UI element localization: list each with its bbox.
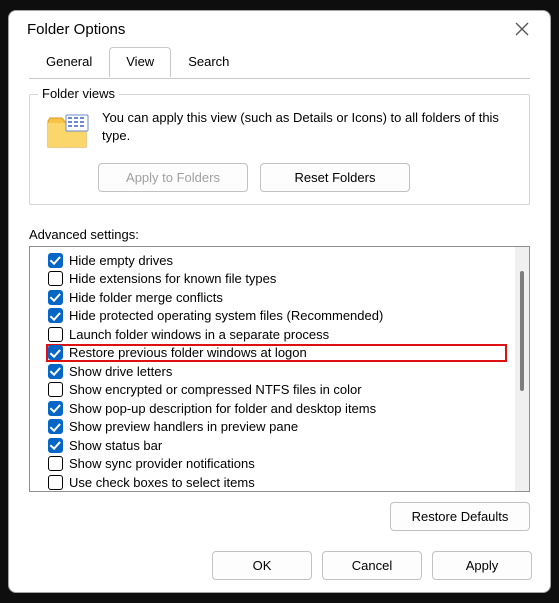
advanced-item-label: Show encrypted or compressed NTFS files … — [69, 383, 362, 396]
reset-folders-button[interactable]: Reset Folders — [260, 163, 410, 192]
advanced-item-label: Show pop-up description for folder and d… — [69, 402, 376, 415]
tab-view[interactable]: View — [109, 47, 171, 77]
checkbox-icon[interactable] — [48, 271, 63, 286]
advanced-item-label: Use check boxes to select items — [69, 476, 255, 489]
advanced-item[interactable]: Hide empty drives — [48, 251, 509, 270]
tab-label: Search — [188, 54, 229, 69]
scrollbar-thumb[interactable] — [520, 271, 524, 391]
close-button[interactable] — [504, 11, 540, 47]
tab-general[interactable]: General — [29, 47, 109, 77]
checkbox-icon[interactable] — [48, 475, 63, 490]
tab-search[interactable]: Search — [171, 47, 246, 77]
folder-options-dialog: Folder Options General View Search Folde… — [8, 10, 551, 593]
folder-views-group: Folder views You can apply this view (su… — [29, 94, 530, 205]
advanced-item[interactable]: Show pop-up description for folder and d… — [48, 399, 509, 418]
cancel-button[interactable]: Cancel — [322, 551, 422, 580]
scrollbar[interactable] — [515, 247, 529, 491]
advanced-item[interactable]: Show status bar — [48, 436, 509, 455]
advanced-item[interactable]: Hide folder merge conflicts — [48, 288, 509, 307]
checkbox-icon[interactable] — [48, 419, 63, 434]
checkbox-icon[interactable] — [48, 382, 63, 397]
tab-strip: General View Search — [9, 47, 550, 78]
advanced-item[interactable]: Hide protected operating system files (R… — [48, 307, 509, 326]
advanced-item-label: Show drive letters — [69, 365, 172, 378]
titlebar: Folder Options — [9, 11, 550, 47]
checkbox-icon[interactable] — [48, 308, 63, 323]
advanced-item-label: Show preview handlers in preview pane — [69, 420, 298, 433]
checkbox-icon[interactable] — [48, 438, 63, 453]
tab-content-view: Folder views You can apply this view (su… — [9, 78, 550, 541]
advanced-item[interactable]: Hide extensions for known file types — [48, 270, 509, 289]
checkbox-icon[interactable] — [48, 253, 63, 268]
advanced-item[interactable]: Show encrypted or compressed NTFS files … — [48, 381, 509, 400]
advanced-item[interactable]: Show sync provider notifications — [48, 455, 509, 474]
advanced-item-label: Show status bar — [69, 439, 162, 452]
advanced-item[interactable]: Restore previous folder windows at logon — [46, 344, 507, 363]
advanced-item[interactable]: Show preview handlers in preview pane — [48, 418, 509, 437]
advanced-item-label: Launch folder windows in a separate proc… — [69, 328, 329, 341]
advanced-item-label: Hide folder merge conflicts — [69, 291, 223, 304]
restore-defaults-button[interactable]: Restore Defaults — [390, 502, 530, 531]
advanced-item[interactable]: Use check boxes to select items — [48, 473, 509, 491]
advanced-item-label: Show sync provider notifications — [69, 457, 255, 470]
close-icon — [515, 22, 529, 36]
apply-to-folders-button: Apply to Folders — [98, 163, 248, 192]
checkbox-icon[interactable] — [48, 290, 63, 305]
tab-label: General — [46, 54, 92, 69]
advanced-item-label: Hide empty drives — [69, 254, 173, 267]
dialog-footer: OK Cancel Apply — [9, 541, 550, 596]
advanced-item-label: Hide protected operating system files (R… — [69, 309, 383, 322]
folder-views-text: You can apply this view (such as Details… — [102, 109, 517, 151]
advanced-settings-list[interactable]: Hide empty drives Hide extensions for kno… — [30, 247, 515, 491]
checkbox-icon[interactable] — [48, 364, 63, 379]
checkbox-icon[interactable] — [48, 456, 63, 471]
advanced-item-label: Restore previous folder windows at logon — [69, 346, 307, 359]
advanced-settings-label: Advanced settings: — [29, 227, 530, 242]
dialog-title: Folder Options — [27, 21, 125, 38]
folder-icon — [46, 111, 90, 151]
advanced-settings-box: Hide empty drives Hide extensions for kno… — [29, 246, 530, 492]
checkbox-icon[interactable] — [48, 401, 63, 416]
checkbox-icon[interactable] — [48, 345, 63, 360]
apply-button[interactable]: Apply — [432, 551, 532, 580]
ok-button[interactable]: OK — [212, 551, 312, 580]
checkbox-icon[interactable] — [48, 327, 63, 342]
tab-label: View — [126, 54, 154, 69]
advanced-item-label: Hide extensions for known file types — [69, 272, 276, 285]
advanced-item[interactable]: Show drive letters — [48, 362, 509, 381]
group-legend: Folder views — [38, 86, 119, 101]
advanced-item[interactable]: Launch folder windows in a separate proc… — [48, 325, 509, 344]
